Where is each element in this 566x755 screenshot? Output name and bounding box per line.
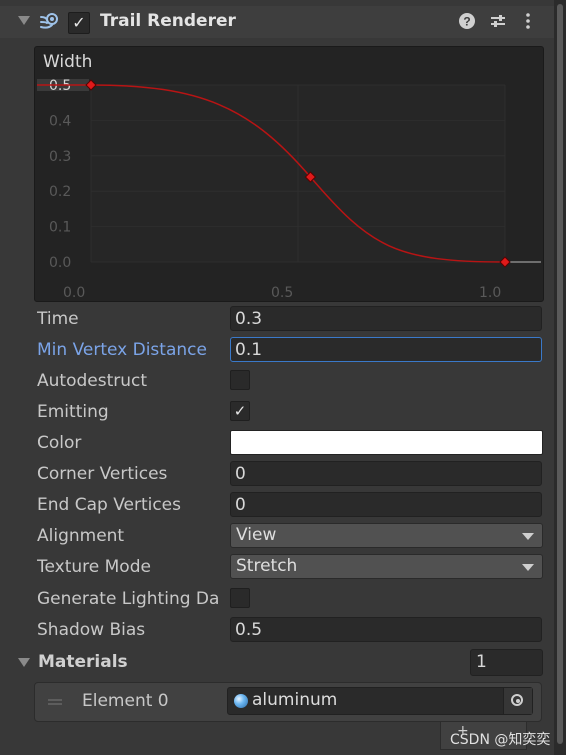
property-row: Texture Mode Stretch (0, 553, 554, 581)
emitting-label: Emitting (37, 402, 109, 422)
more-options-icon[interactable] (524, 12, 532, 34)
property-row: Shadow Bias 0.5 (0, 616, 554, 644)
svg-text:?: ? (463, 15, 470, 29)
material-icon (234, 694, 248, 708)
texture-mode-value: Stretch (236, 556, 298, 576)
property-row: Autodestruct (0, 367, 554, 395)
alignment-value: View (236, 525, 277, 545)
x-tick-label: 1.0 (479, 285, 501, 301)
property-row: Min Vertex Distance 0.1 (0, 336, 554, 364)
x-tick-label: 0.5 (271, 285, 293, 301)
material-name: aluminum (252, 690, 338, 710)
property-row: Corner Vertices 0 (0, 460, 554, 488)
x-tick-label: 0.0 (63, 285, 85, 301)
watermark: + CSDN @知奕奕 (450, 723, 551, 748)
min-vertex-distance-field[interactable]: 0.1 (230, 337, 542, 362)
materials-label[interactable]: Materials (38, 652, 128, 672)
alignment-dropdown[interactable]: View (230, 523, 543, 548)
property-row: Emitting ✓ (0, 398, 554, 426)
property-row: Generate Lighting Da (0, 585, 554, 613)
emitting-checkbox[interactable]: ✓ (230, 401, 250, 421)
y-tick-label: 0.2 (49, 184, 71, 200)
materials-foldout-icon[interactable] (18, 658, 30, 667)
shadow-bias-label: Shadow Bias (37, 620, 146, 640)
inspector-panel: ✓ Trail Renderer ? 0.5 0.4 0.3 0.2 0.1 0.0 0.0… (0, 0, 554, 755)
texture-mode-dropdown[interactable]: Stretch (230, 554, 543, 579)
trail-renderer-icon (40, 13, 58, 29)
y-tick-label: 0.5 (49, 78, 71, 94)
material-object-field[interactable]: aluminum (227, 687, 533, 715)
color-swatch[interactable] (230, 430, 543, 455)
component-header[interactable]: ✓ Trail Renderer ? (0, 6, 554, 38)
chevron-down-icon (522, 533, 534, 540)
presets-icon[interactable] (489, 12, 507, 34)
property-row: Time 0.3 (0, 305, 554, 333)
object-picker-button[interactable] (503, 688, 532, 714)
component-enabled-checkbox[interactable]: ✓ (68, 12, 90, 34)
alignment-label: Alignment (37, 526, 125, 546)
materials-size-field[interactable]: 1 (470, 649, 543, 676)
time-field[interactable]: 0.3 (230, 306, 542, 331)
texture-mode-label: Texture Mode (37, 557, 151, 577)
end-cap-vertices-label: End Cap Vertices (37, 495, 182, 515)
element-label: Element 0 (82, 691, 169, 711)
property-row: End Cap Vertices 0 (0, 491, 554, 519)
drag-handle-icon[interactable] (48, 699, 62, 705)
corner-vertices-label: Corner Vertices (37, 464, 168, 484)
color-label: Color (37, 433, 82, 453)
y-tick-label: 0.1 (49, 220, 71, 236)
foldout-arrow-icon[interactable] (18, 16, 30, 25)
generate-lighting-da-checkbox[interactable] (230, 588, 250, 608)
materials-list: Element 0 aluminum (34, 682, 542, 722)
shadow-bias-field[interactable]: 0.5 (230, 617, 542, 642)
time-label: Time (37, 309, 79, 329)
property-row: Alignment View (0, 522, 554, 550)
curve-title: Width (43, 52, 93, 72)
chevron-down-icon (522, 564, 534, 571)
plus-icon: + (457, 723, 469, 739)
vertical-scrollbar[interactable] (554, 0, 566, 755)
width-curve-editor[interactable]: 0.5 0.4 0.3 0.2 0.1 0.0 0.0 0.5 1.0 Width (34, 46, 544, 302)
autodestruct-label: Autodestruct (37, 371, 148, 391)
property-row: Color (0, 429, 554, 457)
help-icon[interactable]: ? (458, 12, 476, 34)
corner-vertices-field[interactable]: 0 (230, 461, 542, 486)
min-vertex-distance-label: Min Vertex Distance (37, 340, 207, 360)
generate-lighting-da-label: Generate Lighting Da (37, 589, 220, 609)
width-curve-plot[interactable]: 0.5 0.4 0.3 0.2 0.1 0.0 0.0 0.5 1.0 (35, 47, 543, 301)
y-tick-label: 0.4 (49, 113, 71, 129)
end-cap-vertices-field[interactable]: 0 (230, 492, 542, 517)
y-tick-label: 0.3 (49, 149, 71, 165)
y-tick-label: 0.0 (49, 255, 71, 271)
autodestruct-checkbox[interactable] (230, 370, 250, 390)
component-title: Trail Renderer (100, 11, 236, 31)
